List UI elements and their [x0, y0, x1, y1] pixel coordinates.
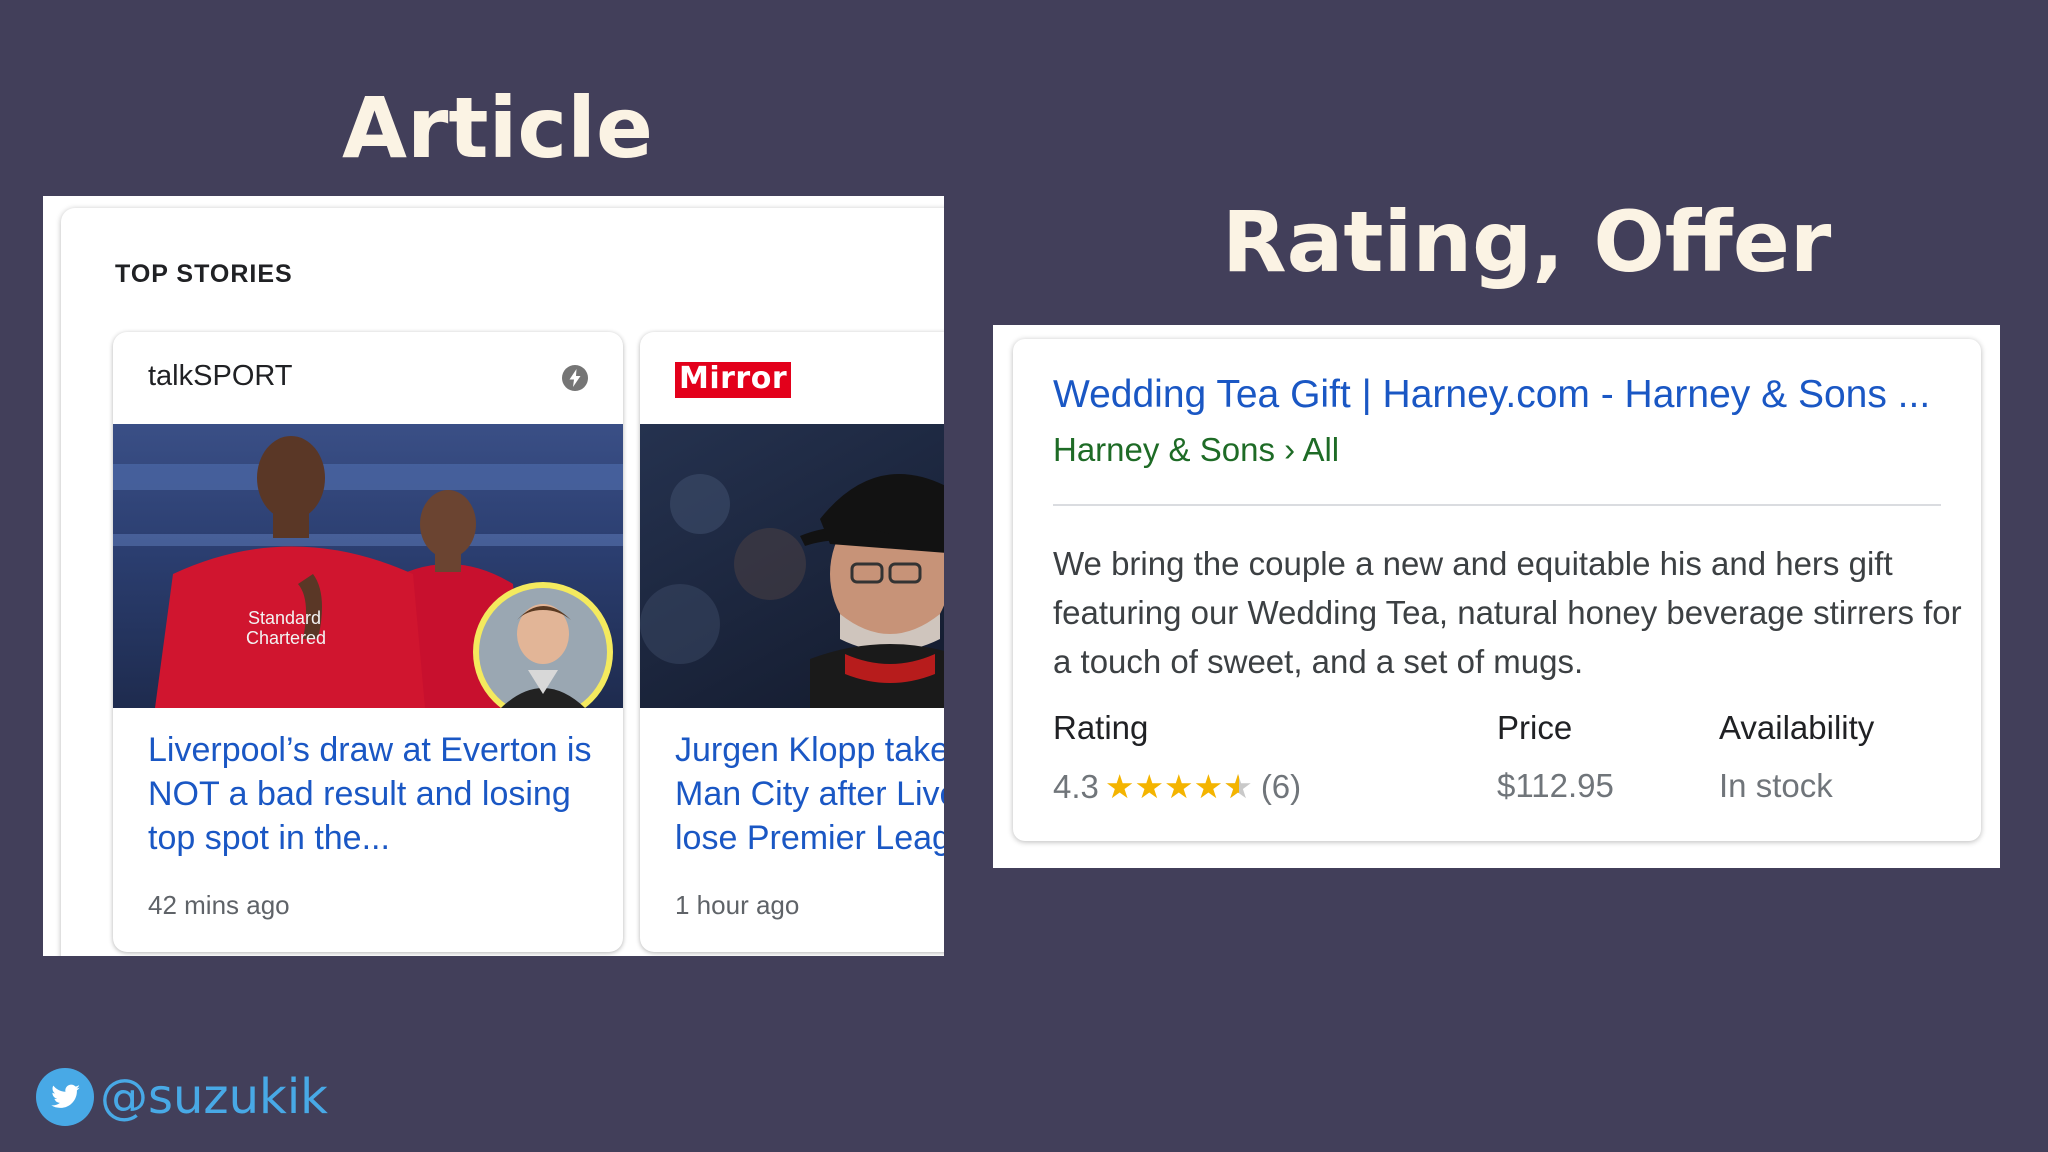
partial-star-icon: ★ ★	[1223, 768, 1253, 805]
result-snippet: We bring the couple a new and equitable …	[1053, 545, 1962, 680]
rating-offer-heading: Rating, Offer	[1222, 193, 1832, 291]
amp-lightning-icon	[562, 365, 588, 391]
price-value: $112.95	[1497, 767, 1614, 804]
headline-line: Man City after Live	[675, 775, 944, 813]
availability-label: Availability	[1719, 709, 1875, 746]
price-label: Price	[1497, 709, 1573, 746]
top-stories-title: TOP STORIES	[115, 260, 293, 288]
twitter-bird-icon	[36, 1068, 94, 1126]
story-timestamp: 1 hour ago	[675, 890, 800, 920]
rating-value: 4.3 ★★★★★ ★ (6)	[1053, 767, 1301, 806]
twitter-handle[interactable]: @suzukik	[36, 1066, 328, 1128]
result-breadcrumb[interactable]: Harney & Sons › All	[1053, 431, 1339, 469]
divider	[1053, 504, 1941, 506]
full-stars: ★★★★	[1104, 768, 1224, 805]
story-card-mirror[interactable]: Mirror Jurgen Klopp takes Man City after…	[640, 332, 944, 952]
story-timestamp: 42 mins ago	[148, 890, 290, 920]
story-card-talksport[interactable]: talkSPORT Standard Chartered Liverpool’s…	[113, 332, 623, 952]
story-thumbnail	[640, 424, 944, 708]
headline-line: Jurgen Klopp takes	[675, 731, 944, 769]
rating-stars-icon: ★★★★★ ★	[1105, 767, 1253, 806]
rating-count: (6)	[1260, 768, 1302, 805]
article-heading: Article	[342, 79, 653, 177]
football-players-image: Standard Chartered	[113, 424, 623, 708]
availability-value: In stock	[1719, 767, 1833, 804]
story-headline-link[interactable]: Liverpool’s draw at Everton is NOT a bad…	[148, 728, 608, 860]
top-stories-carousel: TOP STORIES talkSPORT Standard Chartered…	[61, 208, 944, 956]
svg-text:Chartered: Chartered	[246, 628, 326, 648]
manager-photo-image	[640, 424, 944, 708]
story-source: talkSPORT	[148, 360, 293, 392]
svg-text:Standard: Standard	[248, 608, 321, 628]
story-thumbnail: Standard Chartered	[113, 424, 623, 708]
mirror-logo: Mirror	[675, 362, 792, 398]
rating-label: Rating	[1053, 709, 1149, 746]
rich-result-screenshot: Wedding Tea Gift | Harney.com - Harney &…	[993, 325, 2000, 868]
result-title-link[interactable]: Wedding Tea Gift | Harney.com - Harney &…	[1053, 373, 1930, 417]
rating-number: 4.3	[1053, 768, 1099, 805]
top-stories-screenshot: TOP STORIES talkSPORT Standard Chartered…	[43, 196, 944, 956]
twitter-handle-text[interactable]: @suzukik	[100, 1069, 328, 1125]
search-result-card: Wedding Tea Gift | Harney.com - Harney &…	[1013, 339, 1981, 841]
headline-line: lose Premier Leagu	[675, 819, 944, 857]
story-headline-link[interactable]: Jurgen Klopp takes Man City after Live l…	[675, 728, 944, 860]
